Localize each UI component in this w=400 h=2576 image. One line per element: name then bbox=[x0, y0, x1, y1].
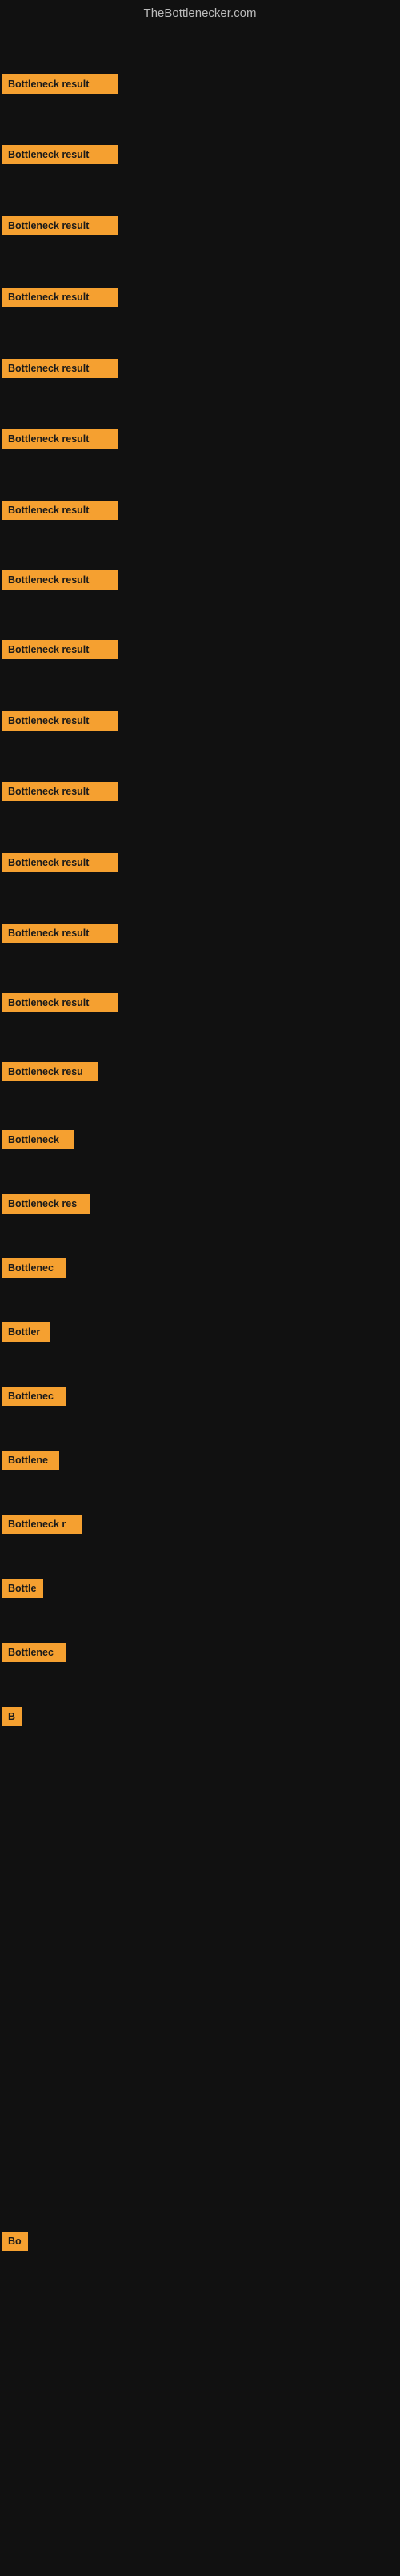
empty-row-32 bbox=[0, 2472, 400, 2496]
bottleneck-label-12: Bottleneck result bbox=[2, 924, 118, 943]
bottleneck-label-24: B bbox=[2, 1707, 22, 1726]
bottleneck-row-5: Bottleneck result bbox=[0, 429, 118, 449]
bottleneck-row-0: Bottleneck result bbox=[0, 74, 118, 94]
bottleneck-label-11: Bottleneck result bbox=[2, 853, 118, 872]
empty-row-28 bbox=[0, 1963, 400, 1987]
site-title: TheBottlenecker.com bbox=[144, 6, 257, 20]
bottleneck-row-4: Bottleneck result bbox=[0, 359, 118, 378]
site-title-container: TheBottlenecker.com bbox=[0, 0, 400, 29]
bottleneck-row-18: Bottler bbox=[0, 1322, 50, 1342]
bottleneck-label-5: Bottleneck result bbox=[2, 429, 118, 449]
bottleneck-row-11: Bottleneck result bbox=[0, 853, 118, 872]
empty-row-27 bbox=[0, 1899, 400, 1923]
bottleneck-label-20: Bottlene bbox=[2, 1451, 59, 1470]
bottleneck-row-15: Bottleneck bbox=[0, 1130, 74, 1149]
bottleneck-label-22: Bottle bbox=[2, 1579, 43, 1598]
bottleneck-label-6: Bottleneck result bbox=[2, 501, 118, 520]
bottleneck-label-17: Bottlenec bbox=[2, 1258, 66, 1278]
bottleneck-label-4: Bottleneck result bbox=[2, 359, 118, 378]
bottleneck-label-8: Bottleneck result bbox=[2, 640, 118, 659]
bottleneck-label-19: Bottlenec bbox=[2, 1387, 66, 1406]
empty-row-31 bbox=[0, 2392, 400, 2416]
bottleneck-row-14: Bottleneck resu bbox=[0, 1062, 98, 1081]
bottleneck-label-13: Bottleneck result bbox=[2, 993, 118, 1012]
bottleneck-label-1: Bottleneck result bbox=[2, 145, 118, 164]
bottleneck-row-2: Bottleneck result bbox=[0, 216, 118, 235]
bottleneck-label-2: Bottleneck result bbox=[2, 216, 118, 235]
bottleneck-label-18: Bottler bbox=[2, 1322, 50, 1342]
chart-container: Bottleneck result Bottleneck result Bottle… bbox=[0, 29, 400, 2552]
bottleneck-row-22: Bottle bbox=[0, 1579, 43, 1598]
bottleneck-row-7: Bottleneck result bbox=[0, 570, 118, 590]
bottleneck-row-29: Bo bbox=[0, 2232, 28, 2251]
bottleneck-row-20: Bottlene bbox=[0, 1451, 59, 1470]
bottleneck-row-17: Bottlenec bbox=[0, 1258, 66, 1278]
bottleneck-row-13: Bottleneck result bbox=[0, 993, 118, 1012]
bottleneck-row-1: Bottleneck result bbox=[0, 145, 118, 164]
bottleneck-label-9: Bottleneck result bbox=[2, 711, 118, 731]
bottleneck-row-6: Bottleneck result bbox=[0, 501, 118, 520]
bottleneck-label-16: Bottleneck res bbox=[2, 1194, 90, 1214]
bottleneck-row-19: Bottlenec bbox=[0, 1387, 66, 1406]
bottleneck-row-21: Bottleneck r bbox=[0, 1515, 82, 1534]
bottleneck-label-21: Bottleneck r bbox=[2, 1515, 82, 1534]
bottleneck-row-3: Bottleneck result bbox=[0, 288, 118, 307]
bottleneck-label-15: Bottleneck bbox=[2, 1130, 74, 1149]
bottleneck-label-14: Bottleneck resu bbox=[2, 1062, 98, 1081]
bottleneck-row-23: Bottlenec bbox=[0, 1643, 66, 1662]
bottleneck-label-3: Bottleneck result bbox=[2, 288, 118, 307]
empty-row-30 bbox=[0, 2312, 400, 2336]
bottleneck-label-0: Bottleneck result bbox=[2, 74, 118, 94]
bottleneck-row-24: B bbox=[0, 1707, 22, 1726]
bottleneck-row-16: Bottleneck res bbox=[0, 1194, 90, 1214]
bottleneck-label-10: Bottleneck result bbox=[2, 782, 118, 801]
bottleneck-row-10: Bottleneck result bbox=[0, 782, 118, 801]
bottleneck-label-23: Bottlenec bbox=[2, 1643, 66, 1662]
bottleneck-label-7: Bottleneck result bbox=[2, 570, 118, 590]
bottleneck-row-8: Bottleneck result bbox=[0, 640, 118, 659]
empty-row-26 bbox=[0, 1835, 400, 1859]
bottleneck-row-9: Bottleneck result bbox=[0, 711, 118, 731]
bottleneck-row-12: Bottleneck result bbox=[0, 924, 118, 943]
bottleneck-label-29: Bo bbox=[2, 2232, 28, 2251]
empty-row-33 bbox=[0, 2552, 400, 2576]
